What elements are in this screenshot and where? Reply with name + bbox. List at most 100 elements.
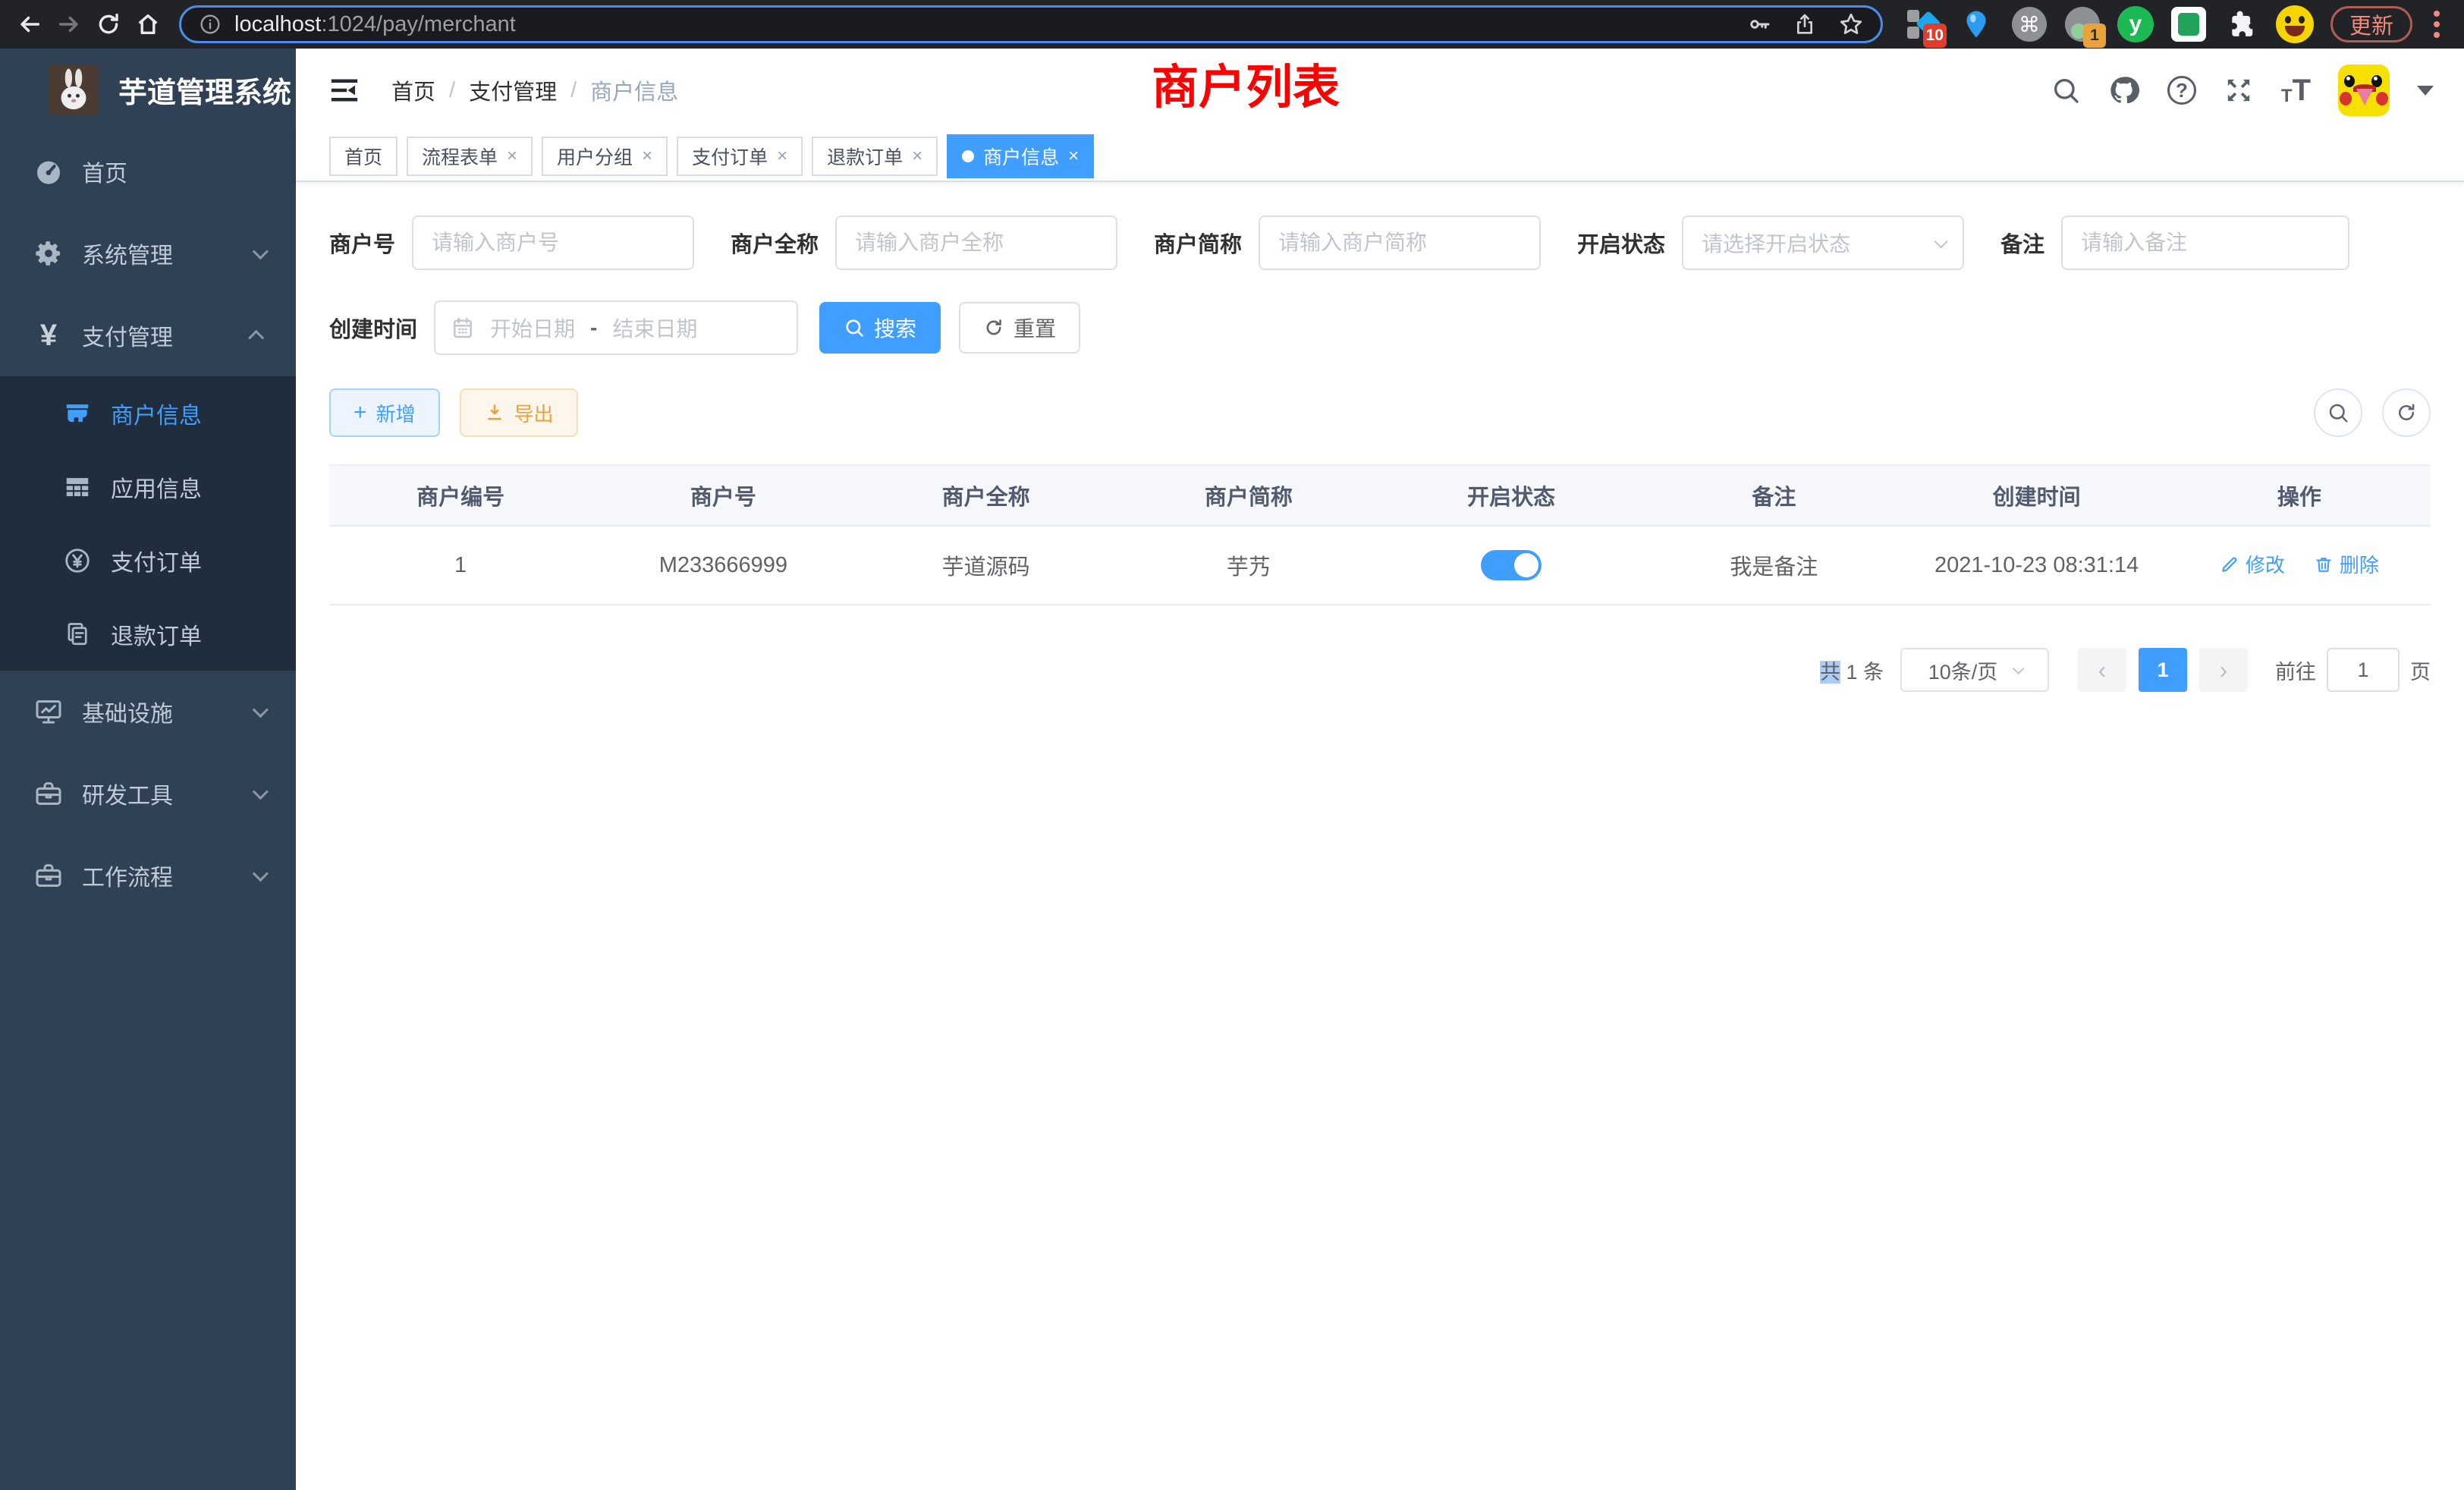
address-bar[interactable]: localhost:1024/pay/merchant — [179, 5, 1883, 43]
remark-input[interactable] — [2061, 215, 2349, 270]
sidebar-item-dev-tools[interactable]: 研发工具 — [0, 753, 296, 835]
extension-command-icon[interactable]: ⌘ — [2009, 4, 2050, 45]
export-button[interactable]: 导出 — [460, 388, 578, 437]
share-icon[interactable] — [1793, 12, 1817, 36]
col-status: 开启状态 — [1380, 465, 1642, 526]
delete-link[interactable]: 删除 — [2314, 550, 2379, 578]
sidebar: 芋道管理系统 首页 系统管理 ¥ 支付管理 — [0, 49, 296, 1490]
sidebar-item-label: 应用信息 — [111, 470, 202, 504]
extensions-puzzle-icon[interactable] — [2221, 4, 2262, 45]
create-time-label: 创建时间 — [329, 312, 417, 344]
monitor-chart-icon — [30, 696, 67, 727]
col-create-time: 创建时间 — [1906, 465, 2168, 526]
sidebar-item-pay-order[interactable]: 支付订单 — [0, 523, 296, 597]
browser-menu-icon[interactable] — [2434, 21, 2440, 27]
full-name-input[interactable] — [835, 215, 1117, 270]
plus-icon: + — [354, 401, 367, 424]
pagination-total: 共 1 条 — [1820, 655, 1884, 685]
cell-remark: 我是备注 — [1642, 526, 1905, 605]
status-select[interactable]: 请选择开启状态 — [1682, 215, 1964, 270]
avatar-caret-icon[interactable] — [2417, 86, 2434, 104]
browser-forward-icon[interactable] — [52, 7, 86, 42]
sidebar-item-label: 系统管理 — [82, 237, 173, 270]
font-size-icon[interactable]: TT — [2281, 75, 2311, 105]
refresh-table-button[interactable] — [2382, 388, 2431, 437]
tab-user-group[interactable]: 用户分组× — [542, 137, 668, 176]
sidebar-item-payment[interactable]: ¥ 支付管理 — [0, 294, 296, 376]
extension-sidekick-icon[interactable]: 10 — [1903, 4, 1944, 45]
status-toggle-on[interactable] — [1481, 550, 1542, 580]
browser-back-icon[interactable] — [12, 7, 47, 42]
cell-status — [1380, 526, 1642, 605]
merchant-no-input[interactable] — [412, 215, 694, 270]
extension-notes-icon[interactable] — [2168, 4, 2209, 45]
trash-icon — [2314, 555, 2334, 574]
sidebar-item-infrastructure[interactable]: 基础设施 — [0, 671, 296, 753]
close-icon[interactable]: × — [642, 146, 652, 167]
current-page-button[interactable]: 1 — [2139, 648, 2187, 692]
reset-button[interactable]: 重置 — [959, 302, 1080, 354]
navbar-actions: ? TT — [2051, 64, 2434, 116]
refresh-icon — [983, 317, 1004, 338]
gear-icon — [30, 238, 67, 269]
tab-refund-order[interactable]: 退款订单× — [812, 137, 938, 176]
page-info-icon[interactable] — [198, 12, 222, 36]
github-icon[interactable] — [2108, 74, 2140, 106]
url-text[interactable]: localhost:1024/pay/merchant — [234, 12, 516, 37]
page-size-select[interactable]: 10条/页 — [1900, 648, 2049, 692]
tab-home[interactable]: 首页 — [329, 137, 398, 176]
browser-update-button[interactable]: 更新 — [2330, 6, 2412, 42]
bookmark-star-icon[interactable] — [1838, 11, 1864, 37]
chevron-down-icon — [1934, 234, 1947, 248]
screen: localhost:1024/pay/merchant 10 — [0, 0, 2464, 1490]
add-button[interactable]: + 新增 — [329, 388, 440, 437]
tags-view-bar: 首页 流程表单× 用户分组× 支付订单× 退款订单× 商户信息× — [296, 132, 2464, 182]
browser-reload-icon[interactable] — [91, 7, 126, 42]
close-icon[interactable]: × — [507, 146, 517, 167]
remark-label: 备注 — [2000, 227, 2044, 259]
tab-process-form[interactable]: 流程表单× — [407, 137, 533, 176]
breadcrumb-home[interactable]: 首页 — [391, 74, 435, 106]
search-button[interactable]: 搜索 — [819, 302, 941, 354]
browser-profile-avatar[interactable] — [2274, 4, 2315, 45]
prev-page-button[interactable]: ‹ — [2078, 648, 2126, 692]
cell-full-name: 芋道源码 — [855, 526, 1117, 605]
jump-page-input[interactable] — [2327, 648, 2400, 692]
next-page-button[interactable]: › — [2199, 648, 2248, 692]
edit-link[interactable]: 修改 — [2220, 550, 2285, 578]
sidebar-item-app-info[interactable]: 应用信息 — [0, 450, 296, 523]
password-key-icon[interactable] — [1747, 12, 1771, 36]
chevron-down-icon — [2013, 662, 2025, 674]
sidebar-item-workflow[interactable]: 工作流程 — [0, 835, 296, 916]
sidebar-item-merchant-info[interactable]: 商户信息 — [0, 376, 296, 450]
date-end-placeholder: 结束日期 — [612, 313, 697, 343]
close-icon[interactable]: × — [777, 146, 787, 167]
collapse-sidebar-icon[interactable] — [326, 72, 363, 108]
fullscreen-icon[interactable] — [2224, 75, 2254, 105]
tab-pay-order[interactable]: 支付订单× — [677, 137, 803, 176]
sidebar-item-refund-order[interactable]: 退款订单 — [0, 597, 296, 671]
browser-home-icon[interactable] — [130, 7, 165, 42]
breadcrumb-separator: / — [449, 78, 455, 103]
sidebar-logo[interactable]: 芋道管理系统 — [0, 49, 296, 130]
jump-prefix: 前往 — [2275, 655, 2316, 685]
close-icon[interactable]: × — [1068, 146, 1079, 167]
sidebar-item-system[interactable]: 系统管理 — [0, 212, 296, 294]
toggle-search-button[interactable] — [2314, 388, 2362, 437]
user-avatar[interactable] — [2338, 64, 2390, 116]
sidebar-item-home[interactable]: 首页 — [0, 130, 296, 212]
short-name-input[interactable] — [1259, 215, 1541, 270]
merchant-no-label: 商户号 — [329, 227, 395, 259]
close-icon[interactable]: × — [912, 146, 922, 167]
active-tab-dot — [962, 150, 974, 162]
extension-y-icon[interactable]: y — [2115, 4, 2156, 45]
extension-status-icon[interactable]: 1 — [2062, 4, 2103, 45]
breadcrumb-payment[interactable]: 支付管理 — [469, 74, 557, 106]
tab-merchant-info-active[interactable]: 商户信息× — [947, 134, 1094, 178]
calendar-icon — [451, 316, 475, 340]
extension-pin-icon[interactable] — [1956, 4, 1997, 45]
cell-short-name: 芋艿 — [1117, 526, 1380, 605]
help-icon[interactable]: ? — [2167, 76, 2196, 105]
create-time-range-picker[interactable]: 开始日期 - 结束日期 — [434, 300, 798, 355]
search-icon[interactable] — [2051, 75, 2081, 105]
